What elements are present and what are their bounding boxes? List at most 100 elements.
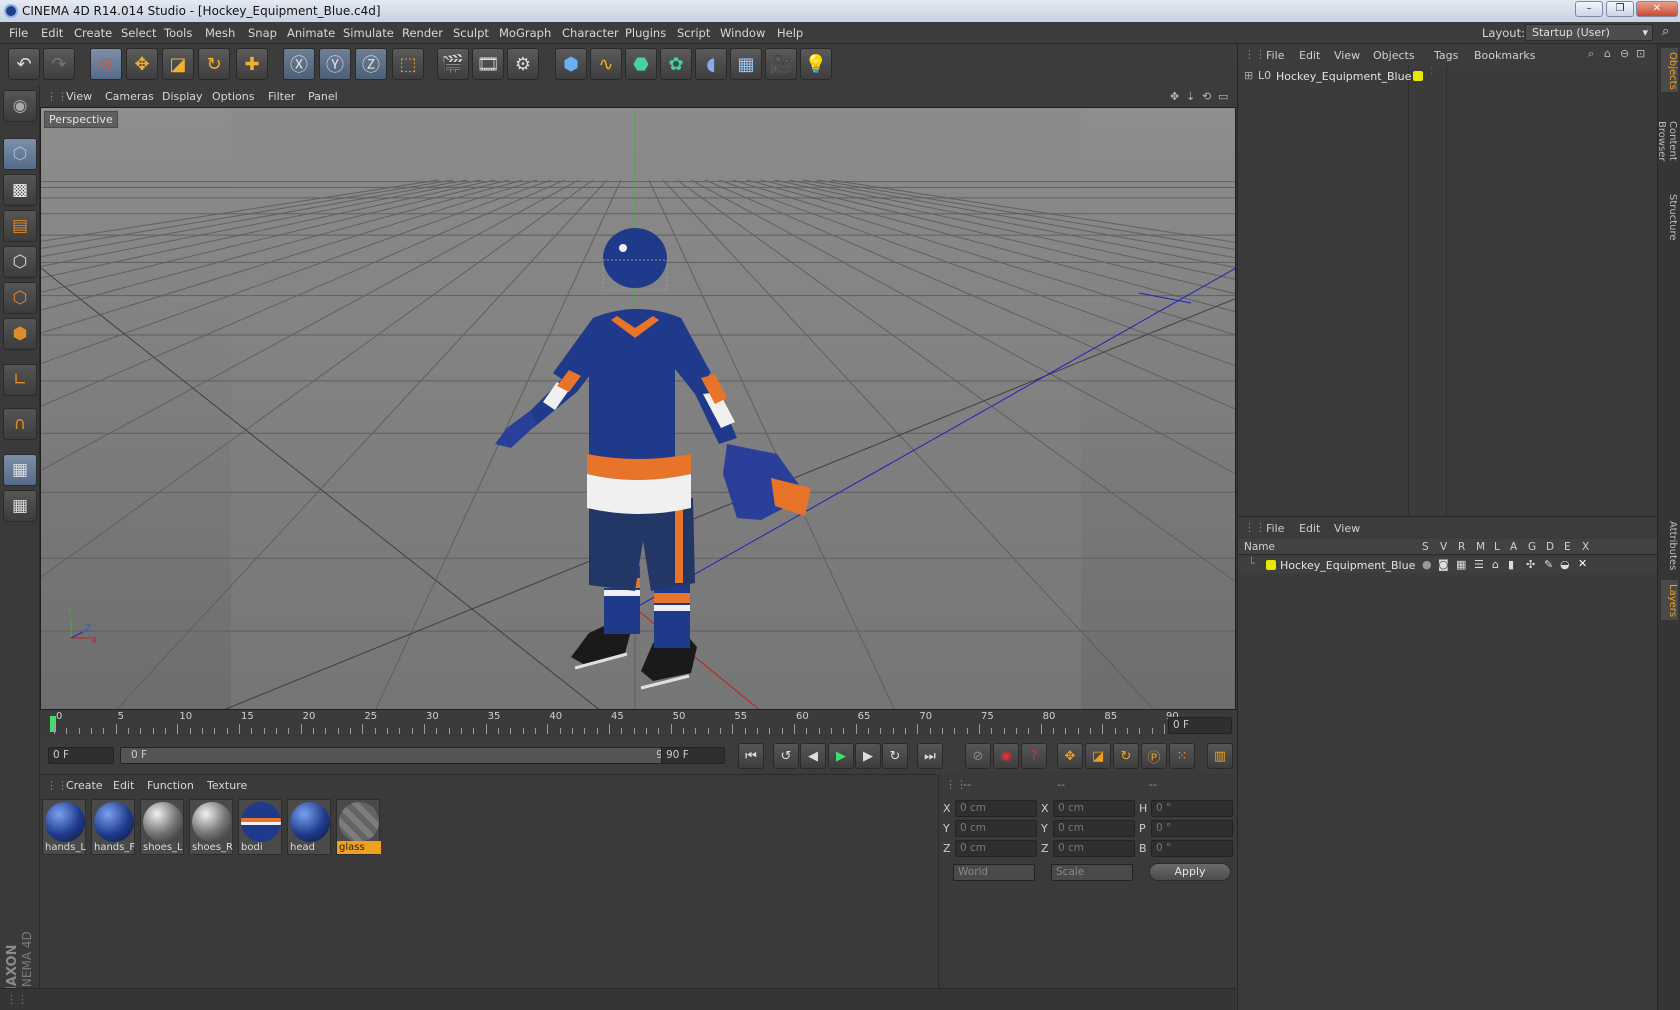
- menu-mograph[interactable]: MoGraph: [499, 26, 551, 40]
- minimize-button[interactable]: –: [1575, 1, 1603, 17]
- points-mode-icon[interactable]: ⬡: [3, 246, 37, 278]
- camera-icon[interactable]: 🎥: [765, 48, 797, 80]
- z-axis-lock-icon[interactable]: Ⓩ: [355, 48, 387, 80]
- coordinate-system-icon[interactable]: ⬚: [392, 48, 424, 80]
- snap-magnet-icon[interactable]: ∩: [3, 408, 37, 440]
- size-z-field[interactable]: 0 cm: [1053, 840, 1135, 857]
- menu-mesh[interactable]: Mesh: [205, 26, 235, 40]
- viewport-menu-display[interactable]: Display: [162, 90, 203, 103]
- panel-menu-icon[interactable]: ⊡: [1636, 47, 1645, 60]
- deformer-icon[interactable]: ✎: [1544, 558, 1553, 571]
- viewport-move-icon[interactable]: ✥: [1170, 90, 1179, 103]
- objects-menu-view[interactable]: View: [1334, 49, 1360, 62]
- next-key-icon[interactable]: ↻: [882, 743, 908, 769]
- layers-menu-edit[interactable]: Edit: [1299, 522, 1320, 535]
- home-icon[interactable]: ⌂: [1604, 47, 1611, 60]
- render-picture-viewer-icon[interactable]: 🎞: [472, 48, 504, 80]
- previous-key-icon[interactable]: ↺: [773, 743, 799, 769]
- key-position-icon[interactable]: ✥: [1057, 743, 1083, 769]
- menu-create[interactable]: Create: [74, 26, 112, 40]
- timeline-window-icon[interactable]: ▥: [1207, 743, 1233, 769]
- record-keys-icon[interactable]: ⊘: [965, 743, 991, 769]
- position-y-field[interactable]: 0 cm: [955, 820, 1037, 837]
- model-mode-icon[interactable]: ⬡: [3, 138, 37, 170]
- coordinate-space-select[interactable]: World: [953, 864, 1035, 881]
- drag-handle-icon[interactable]: ⋮⋮: [6, 993, 28, 1006]
- edges-mode-icon[interactable]: ⬡: [3, 282, 37, 314]
- material-menu-function[interactable]: Function: [147, 779, 194, 792]
- search-icon[interactable]: ⌕: [1588, 47, 1594, 61]
- drag-handle-icon[interactable]: ⋮⋮: [46, 90, 68, 103]
- menu-tools[interactable]: Tools: [164, 26, 192, 40]
- position-z-field[interactable]: 0 cm: [955, 840, 1037, 857]
- render-view-icon[interactable]: 🎬: [437, 48, 469, 80]
- go-to-start-icon[interactable]: ⏮: [738, 743, 764, 769]
- workplane-lock-icon[interactable]: ▦: [3, 454, 37, 486]
- menu-window[interactable]: Window: [720, 26, 765, 40]
- planar-workplane-icon[interactable]: ▦: [3, 490, 37, 522]
- tab-attributes[interactable]: Attributes: [1661, 516, 1678, 576]
- menu-plugins[interactable]: Plugins: [625, 26, 666, 40]
- lock-icon[interactable]: ⌂: [1492, 558, 1499, 571]
- viewport-menu-filter[interactable]: Filter: [268, 90, 295, 103]
- menu-animate[interactable]: Animate: [287, 26, 335, 40]
- close-button[interactable]: ✕: [1636, 1, 1678, 17]
- axis-mode-icon[interactable]: ∟: [3, 364, 37, 396]
- material-hands-r[interactable]: hands_F: [91, 799, 135, 855]
- menu-script[interactable]: Script: [677, 26, 710, 40]
- objects-menu-objects[interactable]: Objects: [1373, 49, 1415, 62]
- search-icon[interactable]: ⌕: [1662, 24, 1669, 39]
- key-pla-icon[interactable]: ⁙: [1169, 743, 1195, 769]
- viewport-menu-view[interactable]: View: [66, 90, 92, 103]
- y-axis-lock-icon[interactable]: Ⓨ: [319, 48, 351, 80]
- material-shoes-l[interactable]: shoes_L: [140, 799, 184, 855]
- render-icon[interactable]: ▦: [1456, 558, 1466, 571]
- layer-color-swatch[interactable]: [1266, 560, 1276, 570]
- objects-menu-edit[interactable]: Edit: [1299, 49, 1320, 62]
- material-menu-texture[interactable]: Texture: [207, 779, 247, 792]
- xref-icon[interactable]: ✕: [1578, 557, 1587, 570]
- expression-icon[interactable]: ◒: [1560, 558, 1570, 571]
- manager-icon[interactable]: ☰: [1474, 558, 1484, 571]
- size-x-field[interactable]: 0 cm: [1053, 800, 1135, 817]
- live-selection-icon[interactable]: ⊙: [90, 48, 122, 80]
- material-menu-create[interactable]: Create: [66, 779, 103, 792]
- menu-edit[interactable]: Edit: [41, 26, 63, 40]
- layout-select[interactable]: Startup (User) ▾: [1525, 24, 1653, 41]
- expand-icon[interactable]: ⊞: [1244, 69, 1253, 82]
- timeline-ruler[interactable]: 051015202530354045505560657075808590 0 F: [40, 710, 1236, 740]
- menu-sculpt[interactable]: Sculpt: [453, 26, 489, 40]
- material-hands-l[interactable]: hands_L: [42, 799, 86, 855]
- menu-simulate[interactable]: Simulate: [343, 26, 394, 40]
- material-head[interactable]: head: [287, 799, 331, 855]
- material-bodi[interactable]: bodi: [238, 799, 282, 855]
- end-frame-field[interactable]: 90 F: [661, 747, 725, 764]
- visibility-dots-icon[interactable]: ⁚: [1430, 67, 1433, 77]
- material-shoes-r[interactable]: shoes_R: [189, 799, 233, 855]
- next-frame-icon[interactable]: ▶: [855, 743, 881, 769]
- redo-icon[interactable]: ↷: [43, 48, 75, 80]
- rotation-p-field[interactable]: 0 °: [1151, 820, 1233, 837]
- maximize-button[interactable]: ❐: [1606, 1, 1634, 17]
- key-rotation-icon[interactable]: ↻: [1113, 743, 1139, 769]
- object-row[interactable]: ⊞ L0 Hockey_Equipment_Blue ⁚: [1238, 67, 1658, 84]
- rotation-b-field[interactable]: 0 °: [1151, 840, 1233, 857]
- viewport-menu-options[interactable]: Options: [212, 90, 254, 103]
- x-axis-lock-icon[interactable]: Ⓧ: [283, 48, 315, 80]
- layers-menu-view[interactable]: View: [1334, 522, 1360, 535]
- view-eye-icon[interactable]: ◙: [1438, 558, 1449, 571]
- viewport-menu-panel[interactable]: Panel: [308, 90, 338, 103]
- scale-icon[interactable]: ◪: [162, 48, 194, 80]
- size-y-field[interactable]: 0 cm: [1053, 820, 1135, 837]
- move-icon[interactable]: ✥: [126, 48, 158, 80]
- position-x-field[interactable]: 0 cm: [955, 800, 1037, 817]
- tab-layers[interactable]: Layers: [1661, 580, 1678, 620]
- viewport-zoom-icon[interactable]: ⇣: [1186, 90, 1195, 103]
- go-to-end-icon[interactable]: ⏭: [917, 743, 943, 769]
- last-tool-icon[interactable]: ✚: [236, 48, 268, 80]
- key-parameter-icon[interactable]: Ⓟ: [1141, 743, 1167, 769]
- menu-snap[interactable]: Snap: [248, 26, 277, 40]
- workplane-mode-icon[interactable]: ▤: [3, 210, 37, 242]
- layers-menu-file[interactable]: File: [1266, 522, 1284, 535]
- polygons-mode-icon[interactable]: ⬢: [3, 318, 37, 350]
